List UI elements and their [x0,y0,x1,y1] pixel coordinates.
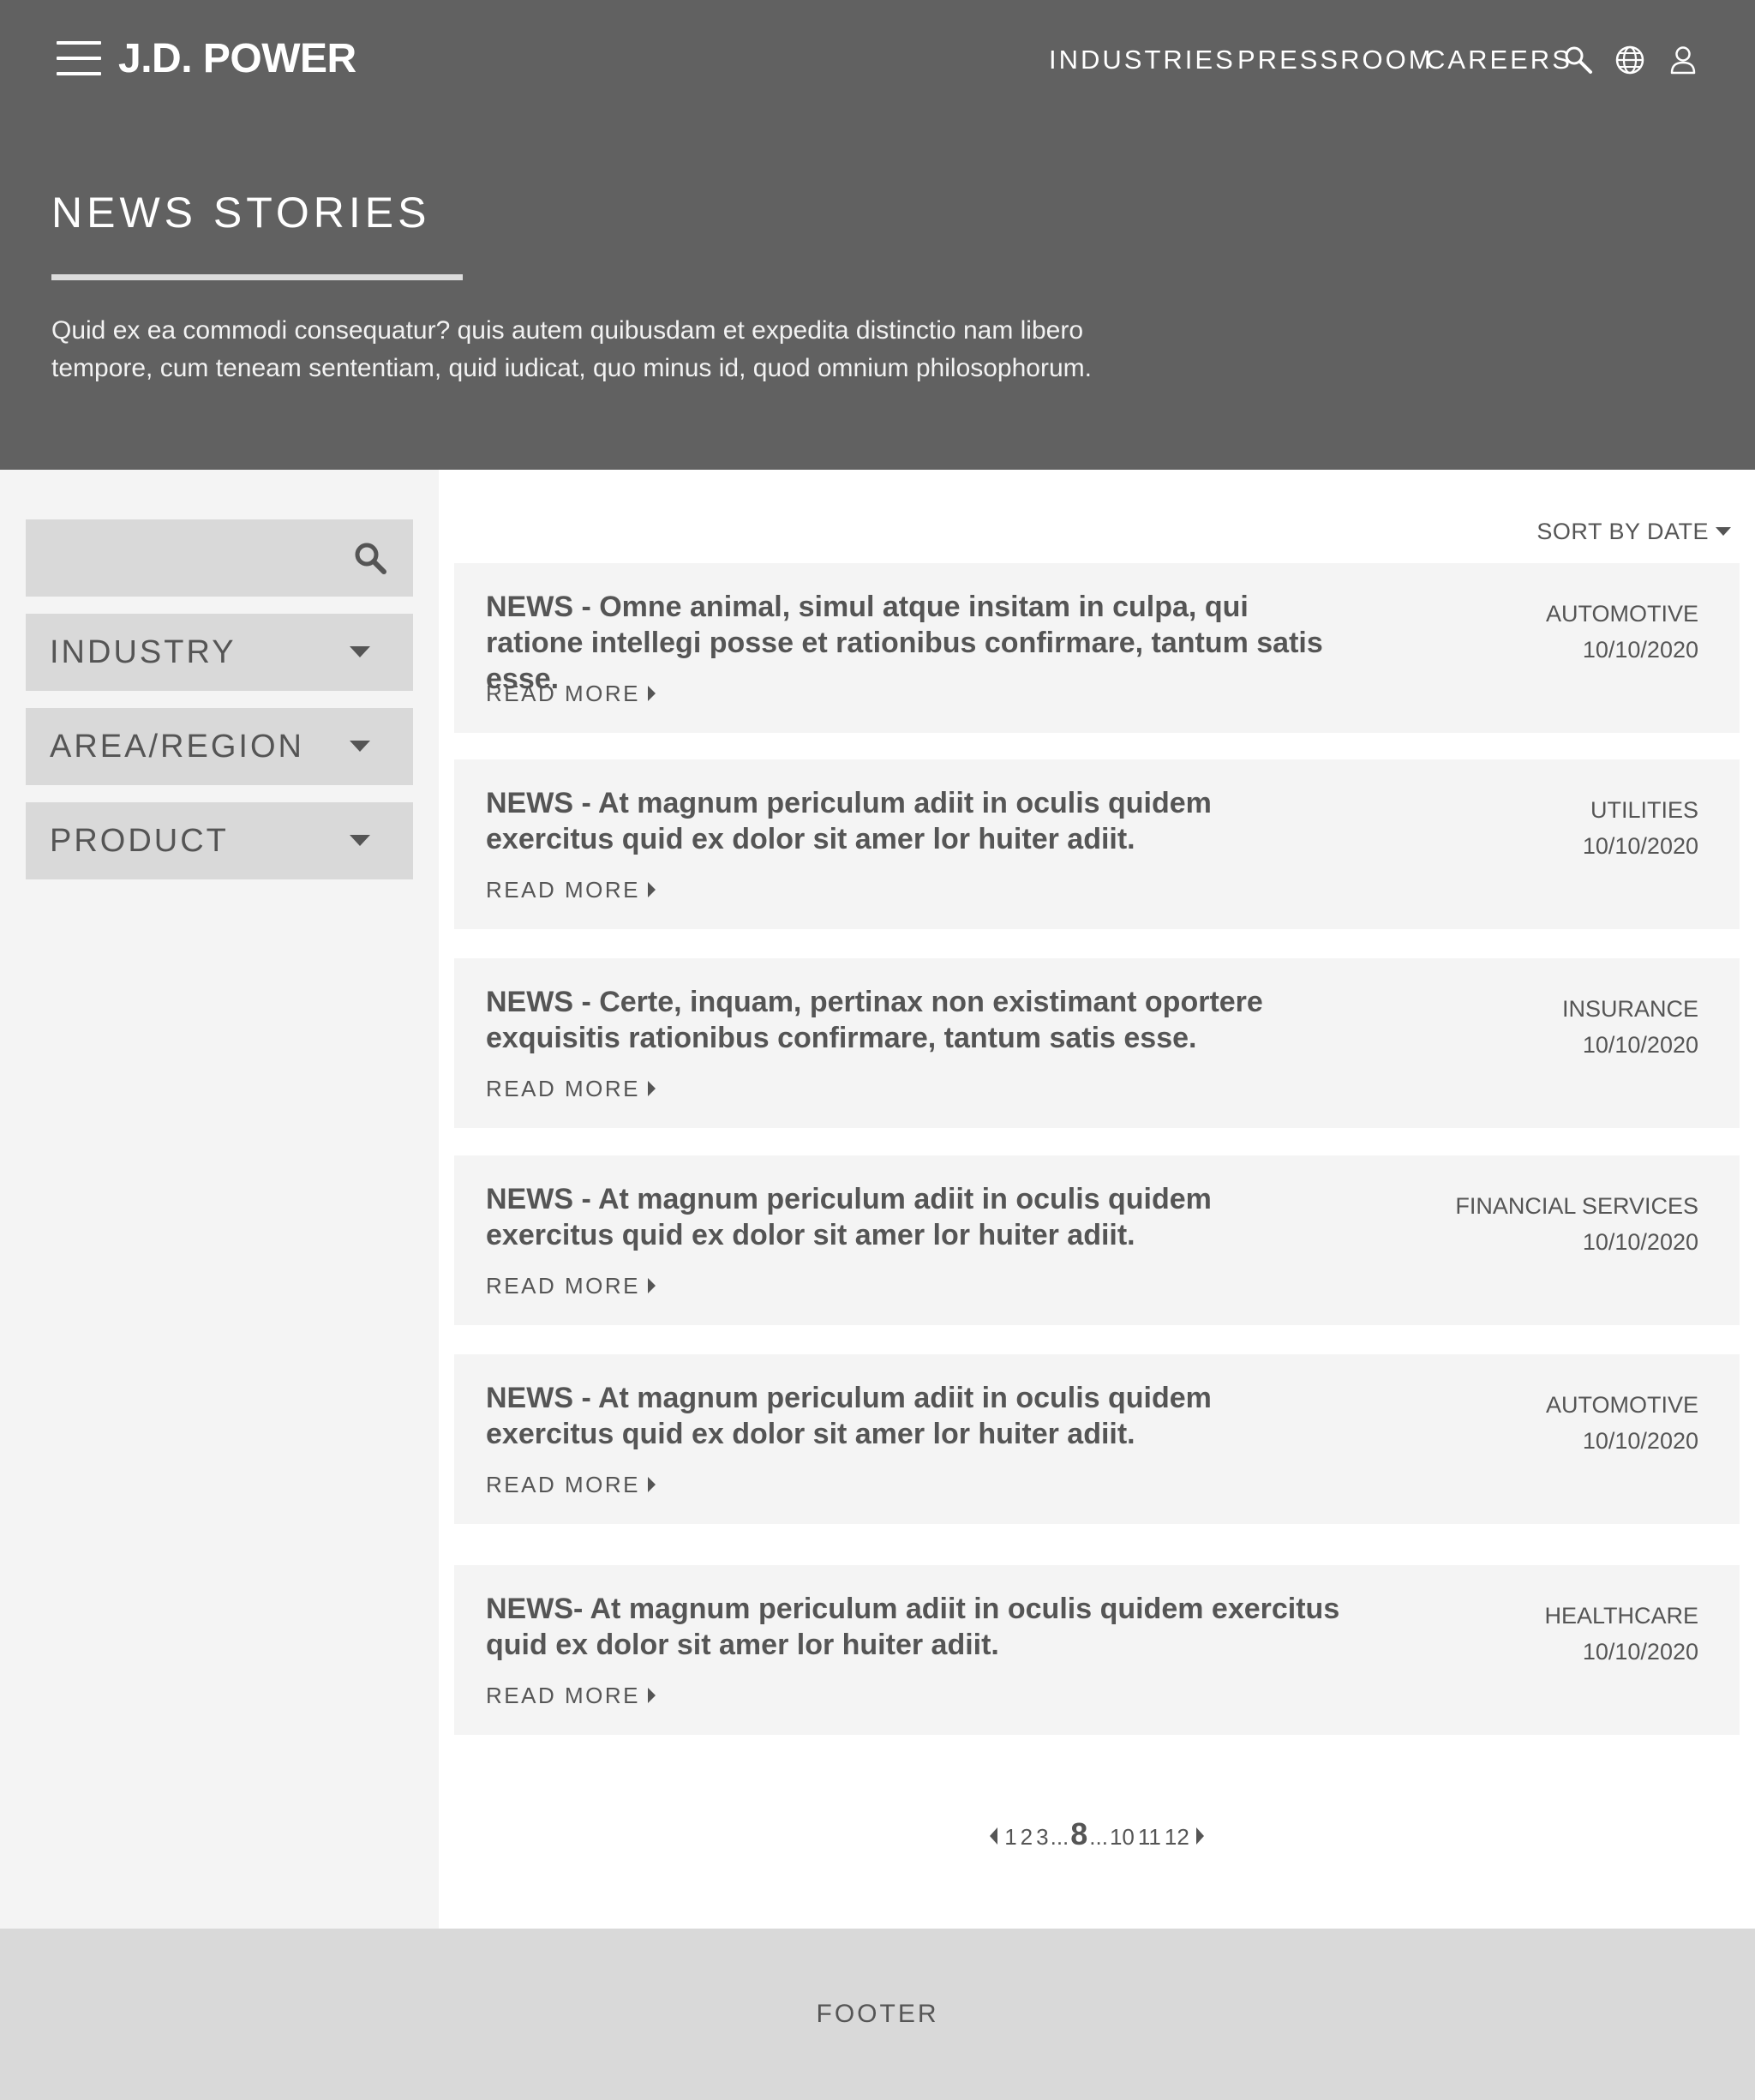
current-page: 8 [1070,1816,1088,1851]
hero-header: J.D. POWER INDUSTRIES PRESSROOM CAREERS [0,0,1755,470]
news-title[interactable]: NEWS - At magnum periculum adiit in ocul… [486,785,1343,857]
read-more-link[interactable]: READ MORE [486,876,656,903]
news-list-section: SORT BY DATE NEWS - Omne animal, simul a… [439,470,1755,1929]
filter-sidebar: INDUSTRY AREA/REGION PRODUCT [0,470,439,1929]
search-box [26,519,413,597]
news-date: 10/10/2020 [1582,1229,1698,1255]
news-title[interactable]: NEWS - At magnum periculum adiit in ocul… [486,1181,1343,1253]
read-more-label: READ MORE [486,1472,640,1497]
title-underline [51,274,463,280]
chevron-right-icon [647,686,656,702]
news-date: 10/10/2020 [1582,1032,1698,1058]
read-more-label: READ MORE [486,1273,640,1299]
chevron-right-icon [647,1477,656,1493]
industry-filter-dropdown[interactable]: INDUSTRY [26,614,413,691]
search-icon[interactable] [1563,45,1594,75]
nav-link-careers[interactable]: CAREERS [1426,41,1572,79]
chevron-right-icon [647,1278,656,1294]
product-filter-dropdown[interactable]: PRODUCT [26,802,413,879]
chevron-down-icon [350,835,370,846]
region-filter-dropdown[interactable]: AREA/REGION [26,708,413,785]
news-industry-tag[interactable]: AUTOMOTIVE [1546,1390,1698,1419]
search-icon[interactable] [353,541,387,575]
pagination-ellipsis: ... [1089,1824,1108,1850]
next-page-icon[interactable] [1195,1827,1204,1845]
chevron-right-icon [647,882,656,898]
sort-label: SORT BY DATE [1536,519,1709,544]
read-more-link[interactable]: READ MORE [486,1075,656,1102]
page-link-12[interactable]: 12 [1165,1820,1189,1854]
news-industry-tag[interactable]: UTILITIES [1590,795,1698,825]
user-account-icon[interactable] [1668,45,1698,75]
read-more-link[interactable]: READ MORE [486,1471,656,1498]
news-card: NEWS - At magnum periculum adiit in ocul… [454,1155,1740,1325]
news-card: NEWS - At magnum periculum adiit in ocul… [454,759,1740,929]
nav-link-industries[interactable]: INDUSTRIES [1049,41,1236,79]
news-card: NEWS - Certe, inquam, pertinax non exist… [454,958,1740,1128]
news-date: 10/10/2020 [1582,833,1698,859]
read-more-link[interactable]: READ MORE [486,1272,656,1299]
chevron-down-icon [350,646,370,657]
previous-page-icon[interactable] [990,1827,998,1845]
page-link-1[interactable]: 1 [1004,1820,1016,1854]
page-link-3[interactable]: 3 [1036,1820,1048,1854]
page-title: NEWS STORIES [51,189,431,237]
news-industry-tag[interactable]: INSURANCE [1562,994,1698,1023]
chevron-down-icon [1716,526,1731,536]
news-industry-tag[interactable]: HEALTHCARE [1544,1601,1698,1630]
nav-link-pressroom[interactable]: PRESSROOM [1237,41,1434,79]
news-title[interactable]: NEWS - At magnum periculum adiit in ocul… [486,1380,1343,1452]
read-more-label: READ MORE [486,681,640,706]
news-card: NEWS - At magnum periculum adiit in ocul… [454,1354,1740,1524]
pagination-ellipsis: ... [1050,1824,1069,1850]
footer-label: FOOTER [816,2000,939,2028]
pagination: 1 2 3...8...10 11 12 [439,1817,1755,1854]
globe-icon[interactable] [1614,45,1645,75]
page-link-2[interactable]: 2 [1021,1820,1033,1854]
primary-nav: INDUSTRIES PRESSROOM CAREERS [0,41,1755,79]
top-navigation-bar: J.D. POWER INDUSTRIES PRESSROOM CAREERS [0,0,1755,120]
search-input[interactable] [26,519,334,597]
footer: FOOTER [0,1929,1755,2100]
page-description: Quid ex ea commodi consequatur? quis aut… [51,316,1092,382]
read-more-link[interactable]: READ MORE [486,680,656,707]
sort-by-date-dropdown[interactable]: SORT BY DATE [1536,516,1731,547]
chevron-right-icon [647,1688,656,1704]
filter-label: AREA/REGION [50,729,304,765]
read-more-label: READ MORE [486,1076,640,1101]
read-more-label: READ MORE [486,1683,640,1708]
news-card: NEWS- At magnum periculum adiit in oculi… [454,1565,1740,1735]
read-more-label: READ MORE [486,877,640,903]
news-industry-tag[interactable]: FINANCIAL SERVICES [1455,1191,1698,1221]
news-title[interactable]: NEWS- At magnum periculum adiit in oculi… [486,1591,1343,1663]
news-date: 10/10/2020 [1582,1428,1698,1454]
page-link-11[interactable]: 11 [1138,1820,1161,1854]
chevron-right-icon [647,1081,656,1097]
read-more-link[interactable]: READ MORE [486,1682,656,1709]
filter-label: INDUSTRY [50,634,237,670]
news-date: 10/10/2020 [1582,637,1698,663]
news-date: 10/10/2020 [1582,1639,1698,1665]
news-industry-tag[interactable]: AUTOMOTIVE [1546,599,1698,628]
news-title[interactable]: NEWS - Certe, inquam, pertinax non exist… [486,984,1343,1056]
page-link-10[interactable]: 10 [1110,1820,1135,1854]
news-card: NEWS - Omne animal, simul atque insitam … [454,563,1740,733]
chevron-down-icon [350,741,370,752]
filter-label: PRODUCT [50,823,229,859]
